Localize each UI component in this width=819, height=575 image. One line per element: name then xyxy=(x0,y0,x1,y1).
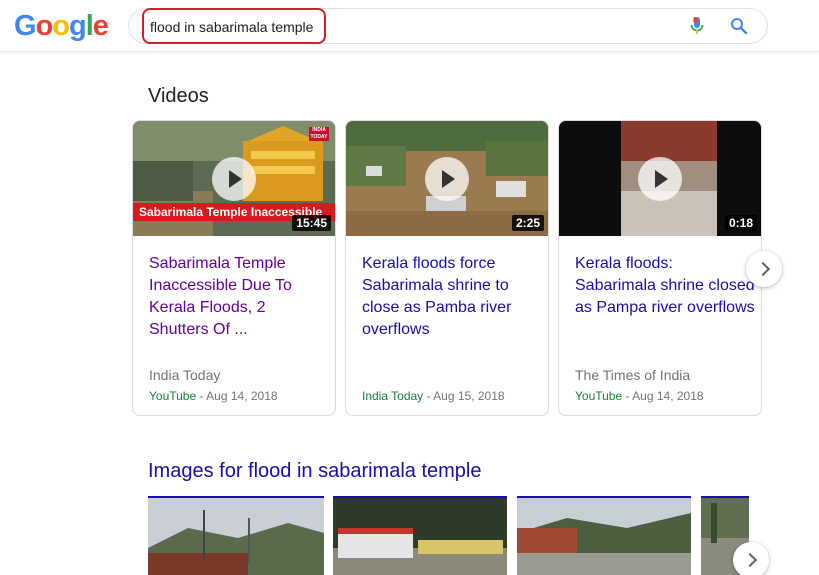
video-card[interactable]: INDIA TODAY Sabarimala Temple Inaccessib… xyxy=(132,120,336,416)
video-title[interactable]: Kerala floods force Sabarimala shrine to… xyxy=(362,253,542,341)
video-date: - Aug 14, 2018 xyxy=(622,389,704,403)
video-duration: 2:25 xyxy=(511,215,544,231)
images-heading[interactable]: Images for flood in sabarimala temple xyxy=(148,459,482,483)
google-logo[interactable]: Google xyxy=(14,9,109,43)
video-platform: YouTube xyxy=(575,389,623,403)
image-result[interactable] xyxy=(333,496,507,575)
logo-letter: g xyxy=(69,10,87,42)
video-thumbnail[interactable]: 0:18 xyxy=(559,121,761,236)
video-meta: YouTube - Aug 14, 2018 xyxy=(575,389,704,403)
video-thumbnail[interactable]: 2:25 xyxy=(346,121,548,236)
video-duration: 15:45 xyxy=(292,215,331,231)
video-card[interactable]: 0:18 Kerala floods: Sabarimala shrine cl… xyxy=(558,120,762,416)
video-meta: YouTube - Aug 14, 2018 xyxy=(149,389,278,403)
video-date: - Aug 15, 2018 xyxy=(423,389,505,403)
video-source: India Today xyxy=(149,367,221,383)
image-result[interactable] xyxy=(148,496,324,575)
video-thumbnail[interactable]: INDIA TODAY Sabarimala Temple Inaccessib… xyxy=(133,121,335,236)
video-title[interactable]: Kerala floods: Sabarimala shrine closed … xyxy=(575,253,755,319)
logo-letter: o xyxy=(35,10,54,42)
image-result[interactable] xyxy=(517,496,691,575)
search-input[interactable]: flood in sabarimala temple xyxy=(150,19,313,35)
video-source: The Times of India xyxy=(575,367,691,383)
video-platform: India Today xyxy=(362,389,424,403)
play-icon[interactable] xyxy=(212,156,256,201)
mic-icon[interactable] xyxy=(689,16,705,36)
logo-letter: G xyxy=(14,10,37,42)
play-icon[interactable] xyxy=(638,156,682,201)
video-date: - Aug 14, 2018 xyxy=(196,389,278,403)
header: Google flood in sabarimala temple xyxy=(0,0,819,52)
video-meta: India Today - Aug 15, 2018 xyxy=(362,389,505,403)
search-icon[interactable] xyxy=(730,17,748,35)
videos-next-arrow[interactable] xyxy=(746,251,782,287)
videos-heading: Videos xyxy=(148,85,209,107)
logo-letter: o xyxy=(52,10,70,42)
logo-letter: l xyxy=(85,10,94,42)
video-duration: 0:18 xyxy=(724,215,757,231)
logo-letter: e xyxy=(92,10,109,42)
play-icon[interactable] xyxy=(425,156,469,201)
images-next-arrow[interactable] xyxy=(733,542,769,575)
channel-badge: INDIA TODAY xyxy=(309,127,329,141)
video-card[interactable]: 2:25 Kerala floods force Sabarimala shri… xyxy=(345,120,549,416)
video-title[interactable]: Sabarimala Temple Inaccessible Due To Ke… xyxy=(149,253,329,341)
video-platform: YouTube xyxy=(149,389,197,403)
